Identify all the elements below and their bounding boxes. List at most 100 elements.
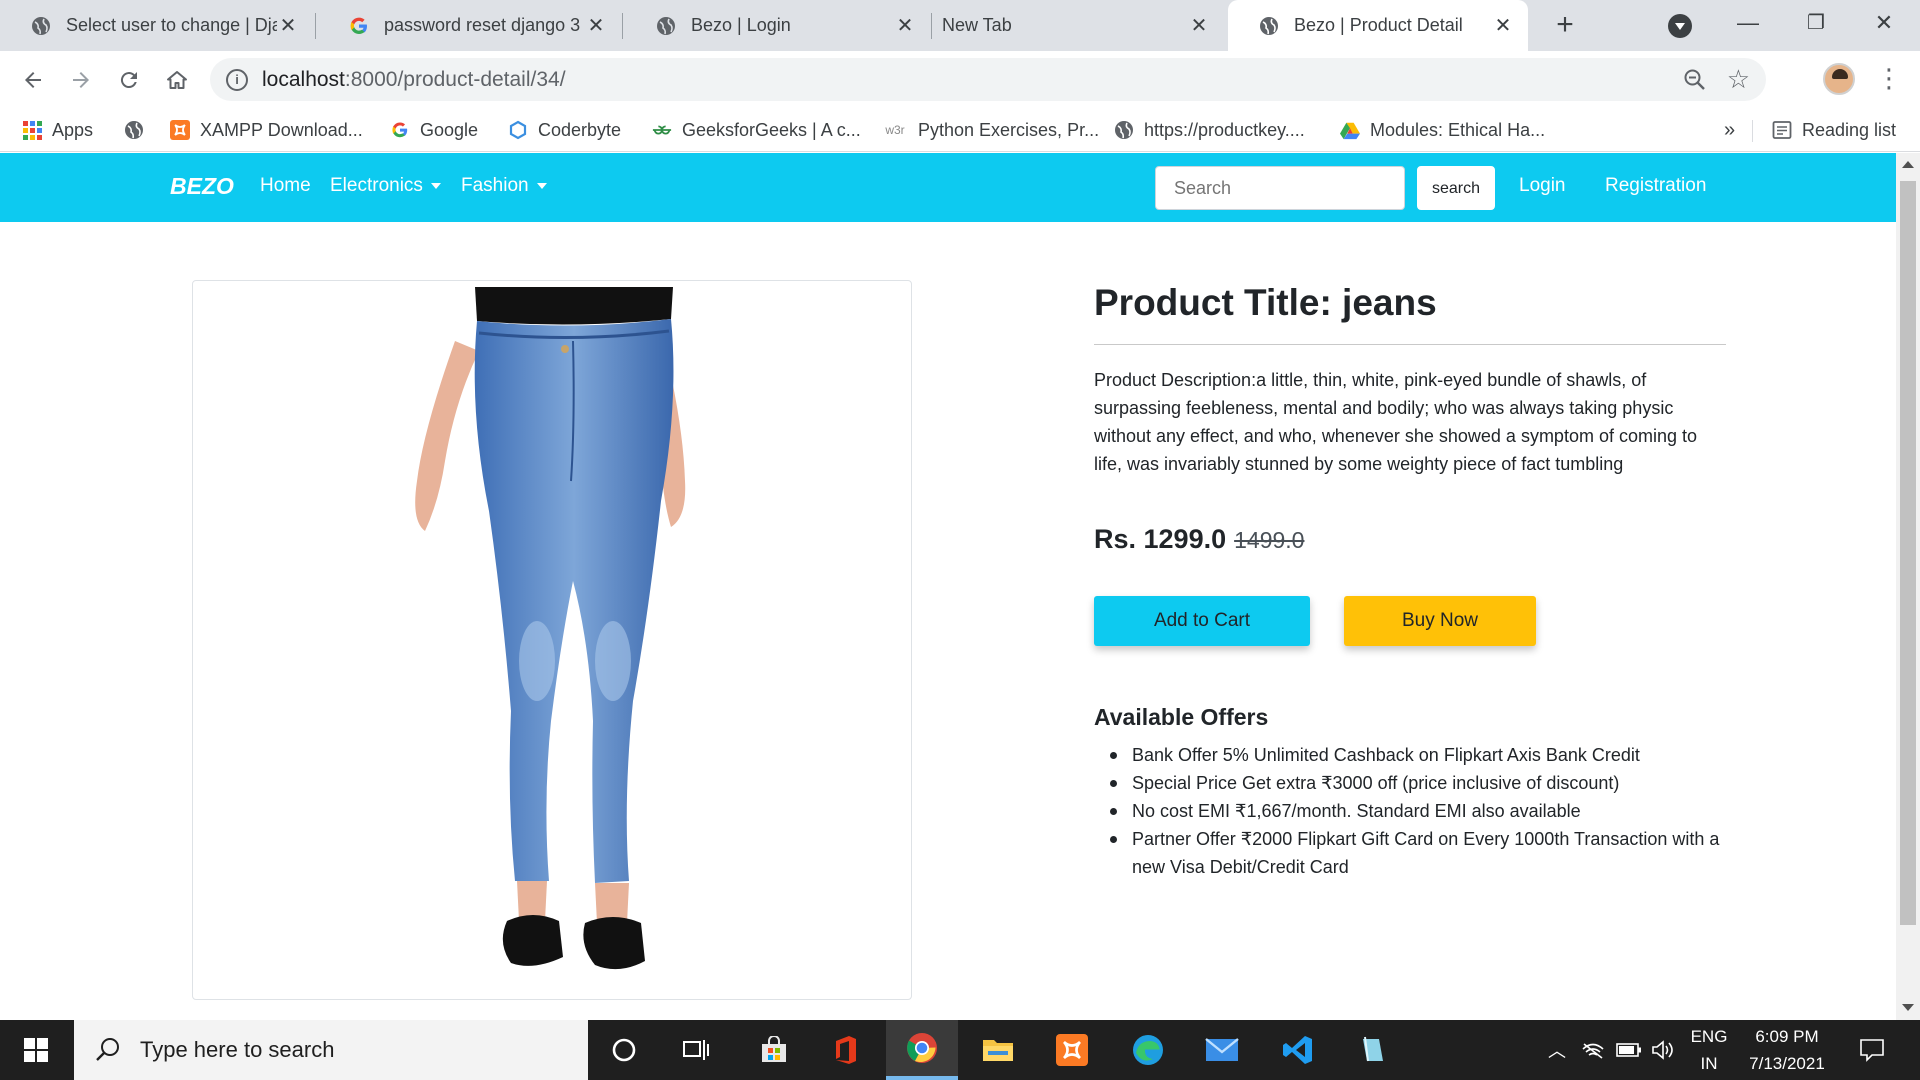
forward-icon[interactable] bbox=[62, 61, 100, 99]
address-bar[interactable]: i localhost:8000/product-detail/34/ ☆ bbox=[210, 58, 1766, 101]
reading-list-button[interactable]: Reading list bbox=[1772, 108, 1896, 152]
cortana-icon[interactable] bbox=[588, 1020, 660, 1080]
google-icon bbox=[348, 15, 370, 37]
language-indicator[interactable]: ENG IN bbox=[1684, 1020, 1734, 1080]
file-explorer-icon[interactable] bbox=[962, 1020, 1034, 1080]
drive-icon bbox=[1340, 120, 1360, 140]
nav-login[interactable]: Login bbox=[1519, 175, 1566, 197]
bookmark-w3r[interactable]: w3r Python Exercises, Pr... bbox=[882, 108, 1099, 152]
globe-icon bbox=[124, 120, 144, 140]
offers-heading: Available Offers bbox=[1094, 704, 1269, 730]
globe-icon bbox=[30, 15, 52, 37]
notepad-icon[interactable] bbox=[1336, 1020, 1408, 1080]
start-button[interactable] bbox=[0, 1020, 72, 1080]
reload-icon[interactable] bbox=[110, 61, 148, 99]
vertical-scrollbar[interactable] bbox=[1896, 153, 1920, 1020]
list-item: Bank Offer 5% Unlimited Cashback on Flip… bbox=[1110, 741, 1732, 769]
volume-icon[interactable] bbox=[1646, 1020, 1680, 1080]
browser-tab[interactable]: Bezo | Login ✕ bbox=[625, 0, 930, 51]
mail-icon[interactable] bbox=[1186, 1020, 1258, 1080]
close-icon[interactable]: ✕ bbox=[277, 13, 299, 38]
bookmark-modules[interactable]: Modules: Ethical Ha... bbox=[1340, 108, 1545, 152]
home-icon[interactable] bbox=[158, 61, 196, 99]
scrollbar-thumb[interactable] bbox=[1900, 181, 1916, 925]
browser-tab[interactable]: New Tab ✕ bbox=[934, 0, 1224, 51]
bookmarks-bar: Apps XAMPP Download... Google Coderbyte … bbox=[0, 108, 1920, 152]
product-price: Rs. 1299.0 1499.0 bbox=[1094, 524, 1304, 555]
close-icon[interactable]: ✕ bbox=[1492, 13, 1514, 38]
current-price: Rs. 1299.0 bbox=[1094, 524, 1227, 554]
original-price: 1499.0 bbox=[1234, 527, 1305, 553]
bookmark-xampp[interactable]: XAMPP Download... bbox=[170, 108, 363, 152]
bookmarks-overflow-button[interactable]: » bbox=[1724, 108, 1735, 152]
minimize-icon[interactable]: — bbox=[1728, 6, 1768, 40]
chrome-taskbar-icon[interactable] bbox=[886, 1020, 958, 1080]
microsoft-store-icon[interactable] bbox=[738, 1020, 810, 1080]
bookmark-globe[interactable] bbox=[124, 108, 154, 152]
browser-tab[interactable]: Select user to change | Dja ✕ bbox=[0, 0, 313, 51]
notifications-icon[interactable] bbox=[1850, 1020, 1894, 1080]
nav-registration[interactable]: Registration bbox=[1605, 175, 1706, 197]
divider bbox=[1752, 120, 1753, 142]
bookmark-gfg[interactable]: GeeksforGeeks | A c... bbox=[652, 108, 861, 152]
bookmark-productkey[interactable]: https://productkey.... bbox=[1114, 108, 1305, 152]
brand-logo[interactable]: BEZO bbox=[170, 173, 234, 200]
browser-tab[interactable]: password reset django 3 - ✕ bbox=[318, 0, 621, 51]
bookmark-coderbyte[interactable]: Coderbyte bbox=[508, 108, 621, 152]
avatar[interactable] bbox=[1823, 63, 1855, 95]
network-icon[interactable] bbox=[1576, 1020, 1610, 1080]
apps-grid-icon bbox=[22, 120, 42, 140]
add-to-cart-button[interactable]: Add to Cart bbox=[1094, 596, 1310, 646]
site-navbar: BEZO Home Electronics Fashion search Log… bbox=[0, 153, 1896, 222]
close-icon[interactable]: ✕ bbox=[894, 13, 916, 38]
close-icon[interactable]: ✕ bbox=[1188, 13, 1210, 38]
info-icon[interactable]: i bbox=[226, 69, 248, 91]
close-icon[interactable]: ✕ bbox=[585, 13, 607, 38]
product-description: Product Description:a little, thin, whit… bbox=[1094, 370, 1697, 474]
search-input[interactable] bbox=[1155, 166, 1405, 210]
list-item: No cost EMI ₹1,667/month. Standard EMI a… bbox=[1110, 797, 1732, 825]
edge-icon[interactable] bbox=[1112, 1020, 1184, 1080]
office-icon[interactable] bbox=[810, 1020, 882, 1080]
browser-tab-active[interactable]: Bezo | Product Detail ✕ bbox=[1228, 0, 1528, 51]
bookmark-star-icon[interactable]: ☆ bbox=[1727, 64, 1750, 95]
tab-title: Bezo | Login bbox=[691, 15, 791, 35]
restore-icon[interactable]: ❐ bbox=[1796, 6, 1836, 40]
globe-icon bbox=[1258, 15, 1280, 37]
taskbar-search-box[interactable]: Type here to search bbox=[74, 1020, 588, 1080]
window-close-icon[interactable]: ✕ bbox=[1864, 6, 1904, 40]
scroll-down-icon[interactable] bbox=[1902, 1004, 1914, 1011]
zoom-icon[interactable] bbox=[1682, 67, 1708, 93]
bookmark-apps[interactable]: Apps bbox=[22, 108, 93, 152]
google-icon bbox=[390, 120, 410, 140]
bookmark-google[interactable]: Google bbox=[390, 108, 478, 152]
vscode-icon[interactable] bbox=[1262, 1020, 1334, 1080]
search-button[interactable]: search bbox=[1417, 166, 1495, 210]
globe-icon bbox=[1114, 120, 1134, 140]
scroll-up-icon[interactable] bbox=[1902, 161, 1914, 168]
new-tab-button[interactable]: + bbox=[1548, 8, 1582, 42]
tab-title: New Tab bbox=[942, 15, 1012, 35]
globe-icon bbox=[655, 15, 677, 37]
nav-fashion-dropdown[interactable]: Fashion bbox=[461, 175, 547, 197]
battery-icon[interactable] bbox=[1612, 1020, 1646, 1080]
tab-search-icon[interactable] bbox=[1668, 14, 1692, 38]
browser-toolbar: i localhost:8000/product-detail/34/ ☆ ⋮ bbox=[0, 51, 1920, 108]
divider bbox=[1094, 344, 1726, 345]
nav-home[interactable]: Home bbox=[260, 175, 311, 197]
list-item: Special Price Get extra ₹3000 off (price… bbox=[1110, 769, 1732, 797]
buy-now-button[interactable]: Buy Now bbox=[1344, 596, 1536, 646]
nav-electronics-dropdown[interactable]: Electronics bbox=[330, 175, 441, 197]
search-icon bbox=[96, 1038, 119, 1061]
reading-list-icon bbox=[1772, 120, 1792, 140]
xampp-taskbar-icon[interactable] bbox=[1036, 1020, 1108, 1080]
tray-overflow-icon[interactable]: ︿ bbox=[1540, 1020, 1574, 1080]
task-view-icon[interactable] bbox=[660, 1020, 732, 1080]
product-title: Product Title: jeans bbox=[1094, 282, 1437, 323]
caret-down-icon bbox=[536, 182, 547, 189]
menu-kebab-icon[interactable]: ⋮ bbox=[1876, 63, 1902, 95]
caret-down-icon bbox=[430, 182, 441, 189]
back-icon[interactable] bbox=[14, 61, 52, 99]
tab-strip: Select user to change | Dja ✕ password r… bbox=[0, 0, 1920, 51]
clock[interactable]: 6:09 PM 7/13/2021 bbox=[1736, 1020, 1838, 1080]
